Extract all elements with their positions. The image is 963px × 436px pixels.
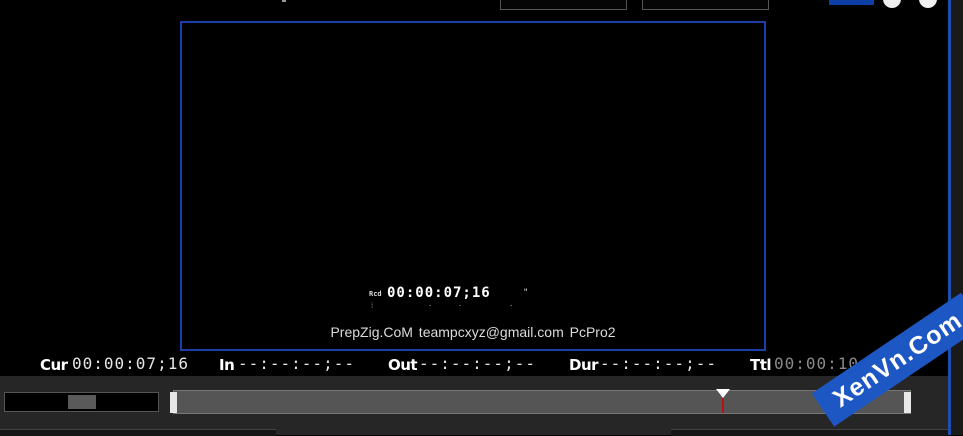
dur-label: Dur [569,356,599,374]
timeline-scrubber[interactable] [173,390,911,414]
right-panel-accent-bar [948,0,951,435]
timeline-end-handle[interactable] [904,392,911,413]
toolbar-button-2[interactable] [642,0,769,10]
dur-timecode: --:--:--;-- [600,354,717,373]
rcd-label: Rcd [369,290,382,298]
out-timecode[interactable]: --:--:--;-- [419,354,536,373]
active-blue-button[interactable] [829,0,874,5]
rcd-timecode-mark: " [523,288,529,298]
jog-knob[interactable] [68,395,96,409]
playhead-icon[interactable] [716,389,730,398]
watermark-text: PrepZig.CoM teampcxyz@gmail.com PcPro2 [330,324,616,340]
cur-label: Cur [40,356,68,374]
rcd-timecode: 00:00:07;16 [387,285,491,301]
cur-timecode: 00:00:07;16 [72,354,189,373]
overlay-dots: · [458,302,463,310]
player-monitor[interactable]: Rcd 00:00:07;16 " ⁞ · · · PrepZig.CoM te… [180,21,766,351]
in-timecode[interactable]: --:--:--;-- [238,354,355,373]
ttl-label: Ttl [750,356,772,374]
overlay-dots: · [509,302,514,310]
timeline-start-handle[interactable] [170,392,177,413]
out-label: Out [388,356,418,374]
in-label: In [219,356,235,374]
jog-shuttle[interactable] [4,392,159,412]
playhead-line [722,398,724,413]
overlay-dots: · [428,302,433,310]
toolbar-button-1[interactable] [500,0,627,10]
tab-text-fragment [282,0,286,2]
timecode-bar: Cur 00:00:07;16 In --:--:--;-- Out --:--… [0,354,948,376]
top-toolbar [0,0,948,20]
overlay-dots: ⁞ [370,302,375,310]
